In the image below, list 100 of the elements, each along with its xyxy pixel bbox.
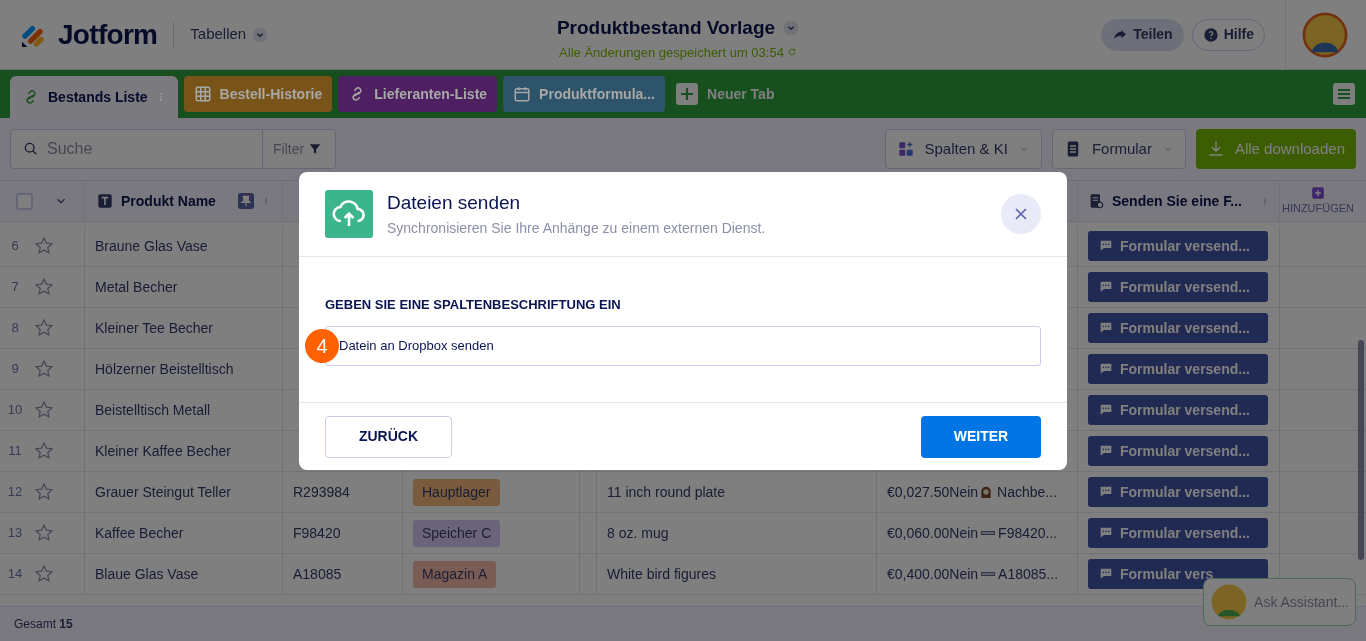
table-cell-text: Nachbe...: [997, 482, 1058, 502]
refresh-icon: [786, 47, 797, 58]
star-icon[interactable]: [34, 236, 54, 256]
column-header[interactable]: Produkt Name: [121, 190, 230, 212]
close-button[interactable]: [1001, 194, 1041, 234]
table-cell-text: F98420...: [998, 523, 1058, 543]
new-tab-button[interactable]: Neuer Tab: [671, 76, 779, 112]
tab[interactable]: Produktformula...: [503, 76, 665, 112]
columns-button[interactable]: Spalten & KI: [884, 129, 1042, 169]
table-cell-text: 11 inch round plate: [607, 482, 726, 502]
send-form-button[interactable]: Formular versend...: [1088, 272, 1268, 302]
sparkle-grid-icon: [896, 140, 915, 158]
row-number: 6: [10, 237, 20, 256]
price-text: €0,400.00: [887, 564, 950, 584]
dialog-subtitle: Synchronisieren Sie Ihre Anhänge zu einem externen Dienst.: [387, 218, 767, 238]
flag-text: Nein: [949, 564, 979, 584]
table-cell-text: Metal Becher: [95, 277, 178, 297]
plus-icon: [1311, 185, 1325, 200]
avatar[interactable]: [1302, 11, 1348, 58]
row-number: 10: [6, 401, 24, 420]
menu-icon[interactable]: [1332, 82, 1356, 106]
text-type-icon: [97, 193, 113, 209]
send-form-button[interactable]: Formular versend...: [1088, 436, 1268, 466]
tag: Speicher C: [413, 519, 501, 547]
tab[interactable]: Lieferanten-Liste: [338, 76, 498, 112]
row-count: Gesamt 15: [14, 616, 73, 633]
price-text: €0,060.00: [887, 523, 950, 543]
table-cell-text: Grauer Steingut Teller: [95, 482, 231, 502]
tag: Magazin A: [413, 560, 497, 588]
field-label: GEBEN SIE EINE SPALTENBESCHRIFTUNG EIN: [325, 296, 622, 314]
calendar-icon: [513, 85, 532, 103]
chevron-down-icon: [252, 26, 269, 43]
chevron-down-icon[interactable]: [783, 20, 800, 37]
star-icon[interactable]: [34, 318, 54, 338]
share-button[interactable]: Teilen: [1101, 18, 1184, 51]
help-button[interactable]: Hilfe: [1191, 18, 1265, 51]
assistant-avatar: [1210, 583, 1249, 621]
download-button[interactable]: Alle downloaden: [1195, 129, 1356, 169]
form-button[interactable]: Formular: [1051, 129, 1186, 169]
save-status: Alle Änderungen gespeichert um 03:54: [559, 43, 784, 62]
select-all-checkbox[interactable]: [16, 192, 34, 210]
column-header[interactable]: Senden Sie eine F...: [1112, 190, 1253, 212]
star-icon[interactable]: [34, 400, 54, 420]
logo-text: Jotform: [58, 17, 158, 52]
table-cell-text: White bird figures: [607, 564, 716, 584]
row-number: 14: [6, 565, 24, 584]
star-icon[interactable]: [34, 523, 54, 543]
send-form-button[interactable]: Formular versend...: [1088, 354, 1268, 384]
step-badge: 4: [305, 328, 339, 363]
search-field[interactable]: Suche Filter: [10, 129, 336, 169]
table-cell-text: A18085...: [998, 564, 1059, 584]
row-number: 7: [10, 278, 20, 297]
table-cell-text: Beistelltisch Metall: [95, 400, 211, 420]
search-icon: [23, 141, 39, 157]
pin-icon[interactable]: [238, 193, 254, 209]
table-cell-text: R293984: [293, 482, 350, 502]
flag-text: Nein: [949, 482, 979, 502]
price-text: €0,027.50: [887, 482, 950, 502]
scrollbar[interactable]: [1358, 340, 1364, 560]
cloud-upload-icon: [325, 190, 373, 238]
tag: Hauptlager: [413, 478, 500, 506]
flag-text: Nein: [949, 523, 979, 543]
help-icon: [1202, 26, 1219, 43]
table-cell-text: F98420: [293, 523, 341, 543]
send-form-button[interactable]: Formular versend...: [1088, 231, 1268, 261]
table-cell-text: 8 oz. mug: [607, 523, 669, 543]
send-form-button[interactable]: Formular versend...: [1088, 518, 1268, 548]
table-cell-text: Kleiner Tee Becher: [95, 318, 214, 338]
row-number: 12: [6, 483, 24, 502]
add-column-button[interactable]: HINZUFÜGEN: [1280, 181, 1356, 221]
send-form-button[interactable]: Formular versend...: [1088, 395, 1268, 425]
tab[interactable]: Bestell-Historie: [183, 76, 333, 112]
row-number: 13: [6, 524, 24, 543]
dialog-title: Dateien senden: [387, 191, 522, 216]
filter-icon: [308, 142, 323, 156]
next-button[interactable]: WEITER: [921, 415, 1041, 458]
grid-icon: [193, 85, 212, 103]
sheet-title: Produktbestand Vorlage: [556, 16, 776, 40]
table-cell-text: Braune Glas Vase: [95, 236, 208, 256]
row-number: 8: [10, 319, 20, 338]
plus-icon: [675, 82, 699, 106]
send-form-button[interactable]: Formular versend...: [1088, 313, 1268, 343]
send-form-button[interactable]: Formular versend...: [1088, 477, 1268, 507]
tables-menu[interactable]: Tabellen: [190, 23, 269, 46]
row-number: 9: [10, 360, 20, 379]
filter-button[interactable]: Filter: [262, 130, 333, 168]
table-cell-text: A18085: [293, 564, 342, 584]
table-cell-text: Kleiner Kaffee Becher: [95, 441, 231, 461]
star-icon[interactable]: [34, 441, 54, 461]
download-icon: [1206, 140, 1225, 158]
table-cell-text: Blaue Glas Vase: [95, 564, 199, 584]
tab[interactable]: Bestands Liste: [10, 76, 178, 118]
assistant-toast[interactable]: Ask Assistant...: [1203, 578, 1356, 626]
back-button[interactable]: ZURÜCK: [325, 415, 452, 458]
form-icon: [1088, 193, 1104, 209]
star-icon[interactable]: [34, 277, 54, 297]
table-cell-text: Kaffee Becher: [95, 523, 184, 543]
star-icon[interactable]: [34, 359, 54, 379]
star-icon[interactable]: [34, 564, 54, 584]
star-icon[interactable]: [34, 482, 54, 502]
